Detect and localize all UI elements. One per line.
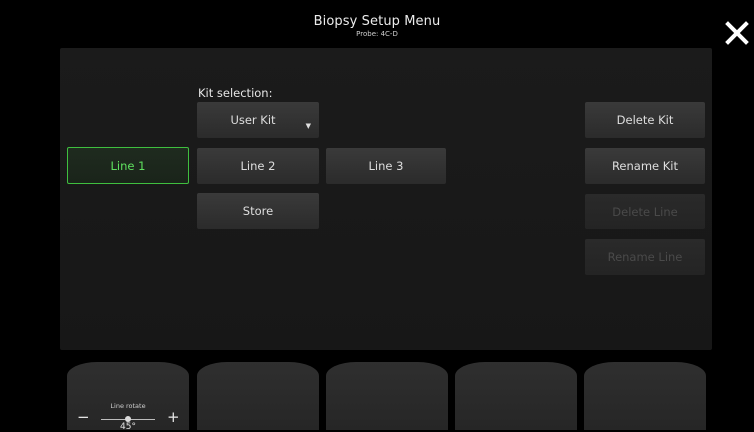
softkey-bar: Line rotate − + 45° xyxy=(0,356,754,432)
delete-kit-button[interactable]: Delete Kit xyxy=(585,102,705,138)
rename-line-button[interactable]: Rename Line xyxy=(585,239,705,275)
line-2-button[interactable]: Line 2 xyxy=(197,148,319,184)
kit-select-dropdown[interactable]: User Kit ▼ xyxy=(197,102,319,138)
line-rotate-softkey[interactable]: Line rotate − + 45° xyxy=(67,362,189,432)
close-icon xyxy=(725,21,749,45)
line-3-button[interactable]: Line 3 xyxy=(326,148,446,184)
line-3-label: Line 3 xyxy=(368,159,404,173)
page-title: Biopsy Setup Menu xyxy=(313,14,441,29)
kit-selection-label: Kit selection: xyxy=(198,86,273,100)
store-label: Store xyxy=(242,204,274,218)
delete-kit-label: Delete Kit xyxy=(616,113,674,127)
chevron-down-icon: ▼ xyxy=(305,122,311,130)
softkey-2[interactable] xyxy=(197,362,319,430)
line-2-label: Line 2 xyxy=(240,159,276,173)
line-1-label: Line 1 xyxy=(110,158,146,173)
delete-line-label: Delete Line xyxy=(612,204,678,219)
rename-line-label: Rename Line xyxy=(607,250,683,264)
kit-select-value: User Kit xyxy=(230,113,276,127)
line-1-button[interactable]: Line 1 xyxy=(67,147,189,184)
biopsy-setup-screen: Biopsy Setup Menu Probe: 4C-D Kit select… xyxy=(0,0,754,432)
softkey-5[interactable] xyxy=(584,362,706,430)
softkey-3[interactable] xyxy=(326,362,448,430)
softkey-4[interactable] xyxy=(455,362,577,430)
store-button[interactable]: Store xyxy=(197,193,319,229)
line-rotate-value: 45° xyxy=(120,422,136,432)
delete-line-button[interactable]: Delete Line xyxy=(585,194,705,229)
rename-kit-button[interactable]: Rename Kit xyxy=(585,148,705,184)
rename-kit-label: Rename Kit xyxy=(611,159,679,173)
probe-subtitle: Probe: 4C-D xyxy=(356,30,398,38)
close-button[interactable] xyxy=(722,18,752,48)
